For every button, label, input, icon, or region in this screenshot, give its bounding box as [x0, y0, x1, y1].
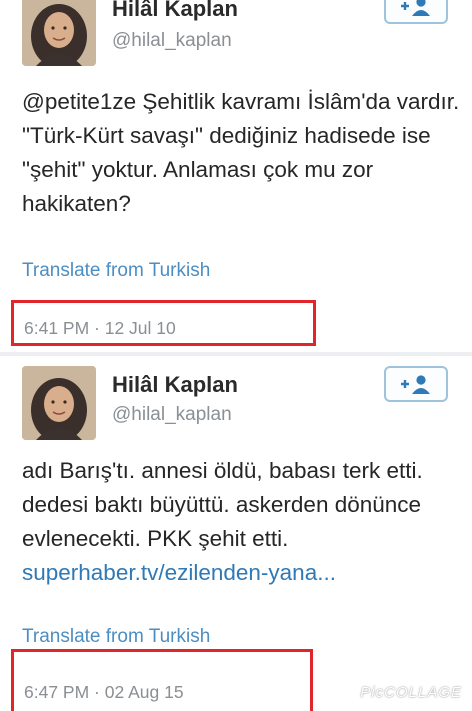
translate-link[interactable]: Translate from Turkish — [22, 626, 210, 648]
tweet-1: Hilâl Kaplan @hilal_kaplan @petite1ze Şe… — [0, 0, 472, 354]
tweet-text-container: adı Barış'tı. annesi öldü, babası terk e… — [22, 454, 462, 590]
user-handle[interactable]: @hilal_kaplan — [112, 404, 232, 426]
tweet-text: adı Barış'tı. annesi öldü, babası terk e… — [22, 458, 423, 551]
avatar[interactable] — [22, 0, 96, 66]
avatar[interactable] — [22, 366, 96, 440]
profile-photo-icon — [22, 0, 96, 66]
user-name[interactable]: Hilâl Kaplan — [112, 0, 238, 22]
user-name[interactable]: Hilâl Kaplan — [112, 372, 238, 398]
tweet-2: Hilâl Kaplan @hilal_kaplan adı Barış'tı.… — [0, 354, 472, 711]
add-user-icon — [401, 375, 430, 394]
red-highlight-box — [11, 649, 313, 711]
tweet-link[interactable]: superhaber.tv/ezilenden-yana... — [22, 556, 462, 590]
piccollage-watermark: PicCOLLAGE — [360, 684, 462, 701]
follow-button[interactable] — [384, 366, 448, 402]
tweet-text: @petite1ze Şehitlik kavramı İslâm'da var… — [22, 89, 460, 216]
red-highlight-box — [11, 300, 316, 346]
translate-link[interactable]: Translate from Turkish — [22, 260, 210, 282]
profile-photo-icon — [22, 366, 96, 440]
user-handle[interactable]: @hilal_kaplan — [112, 30, 232, 52]
follow-button[interactable] — [384, 0, 448, 24]
add-user-icon — [401, 0, 430, 16]
